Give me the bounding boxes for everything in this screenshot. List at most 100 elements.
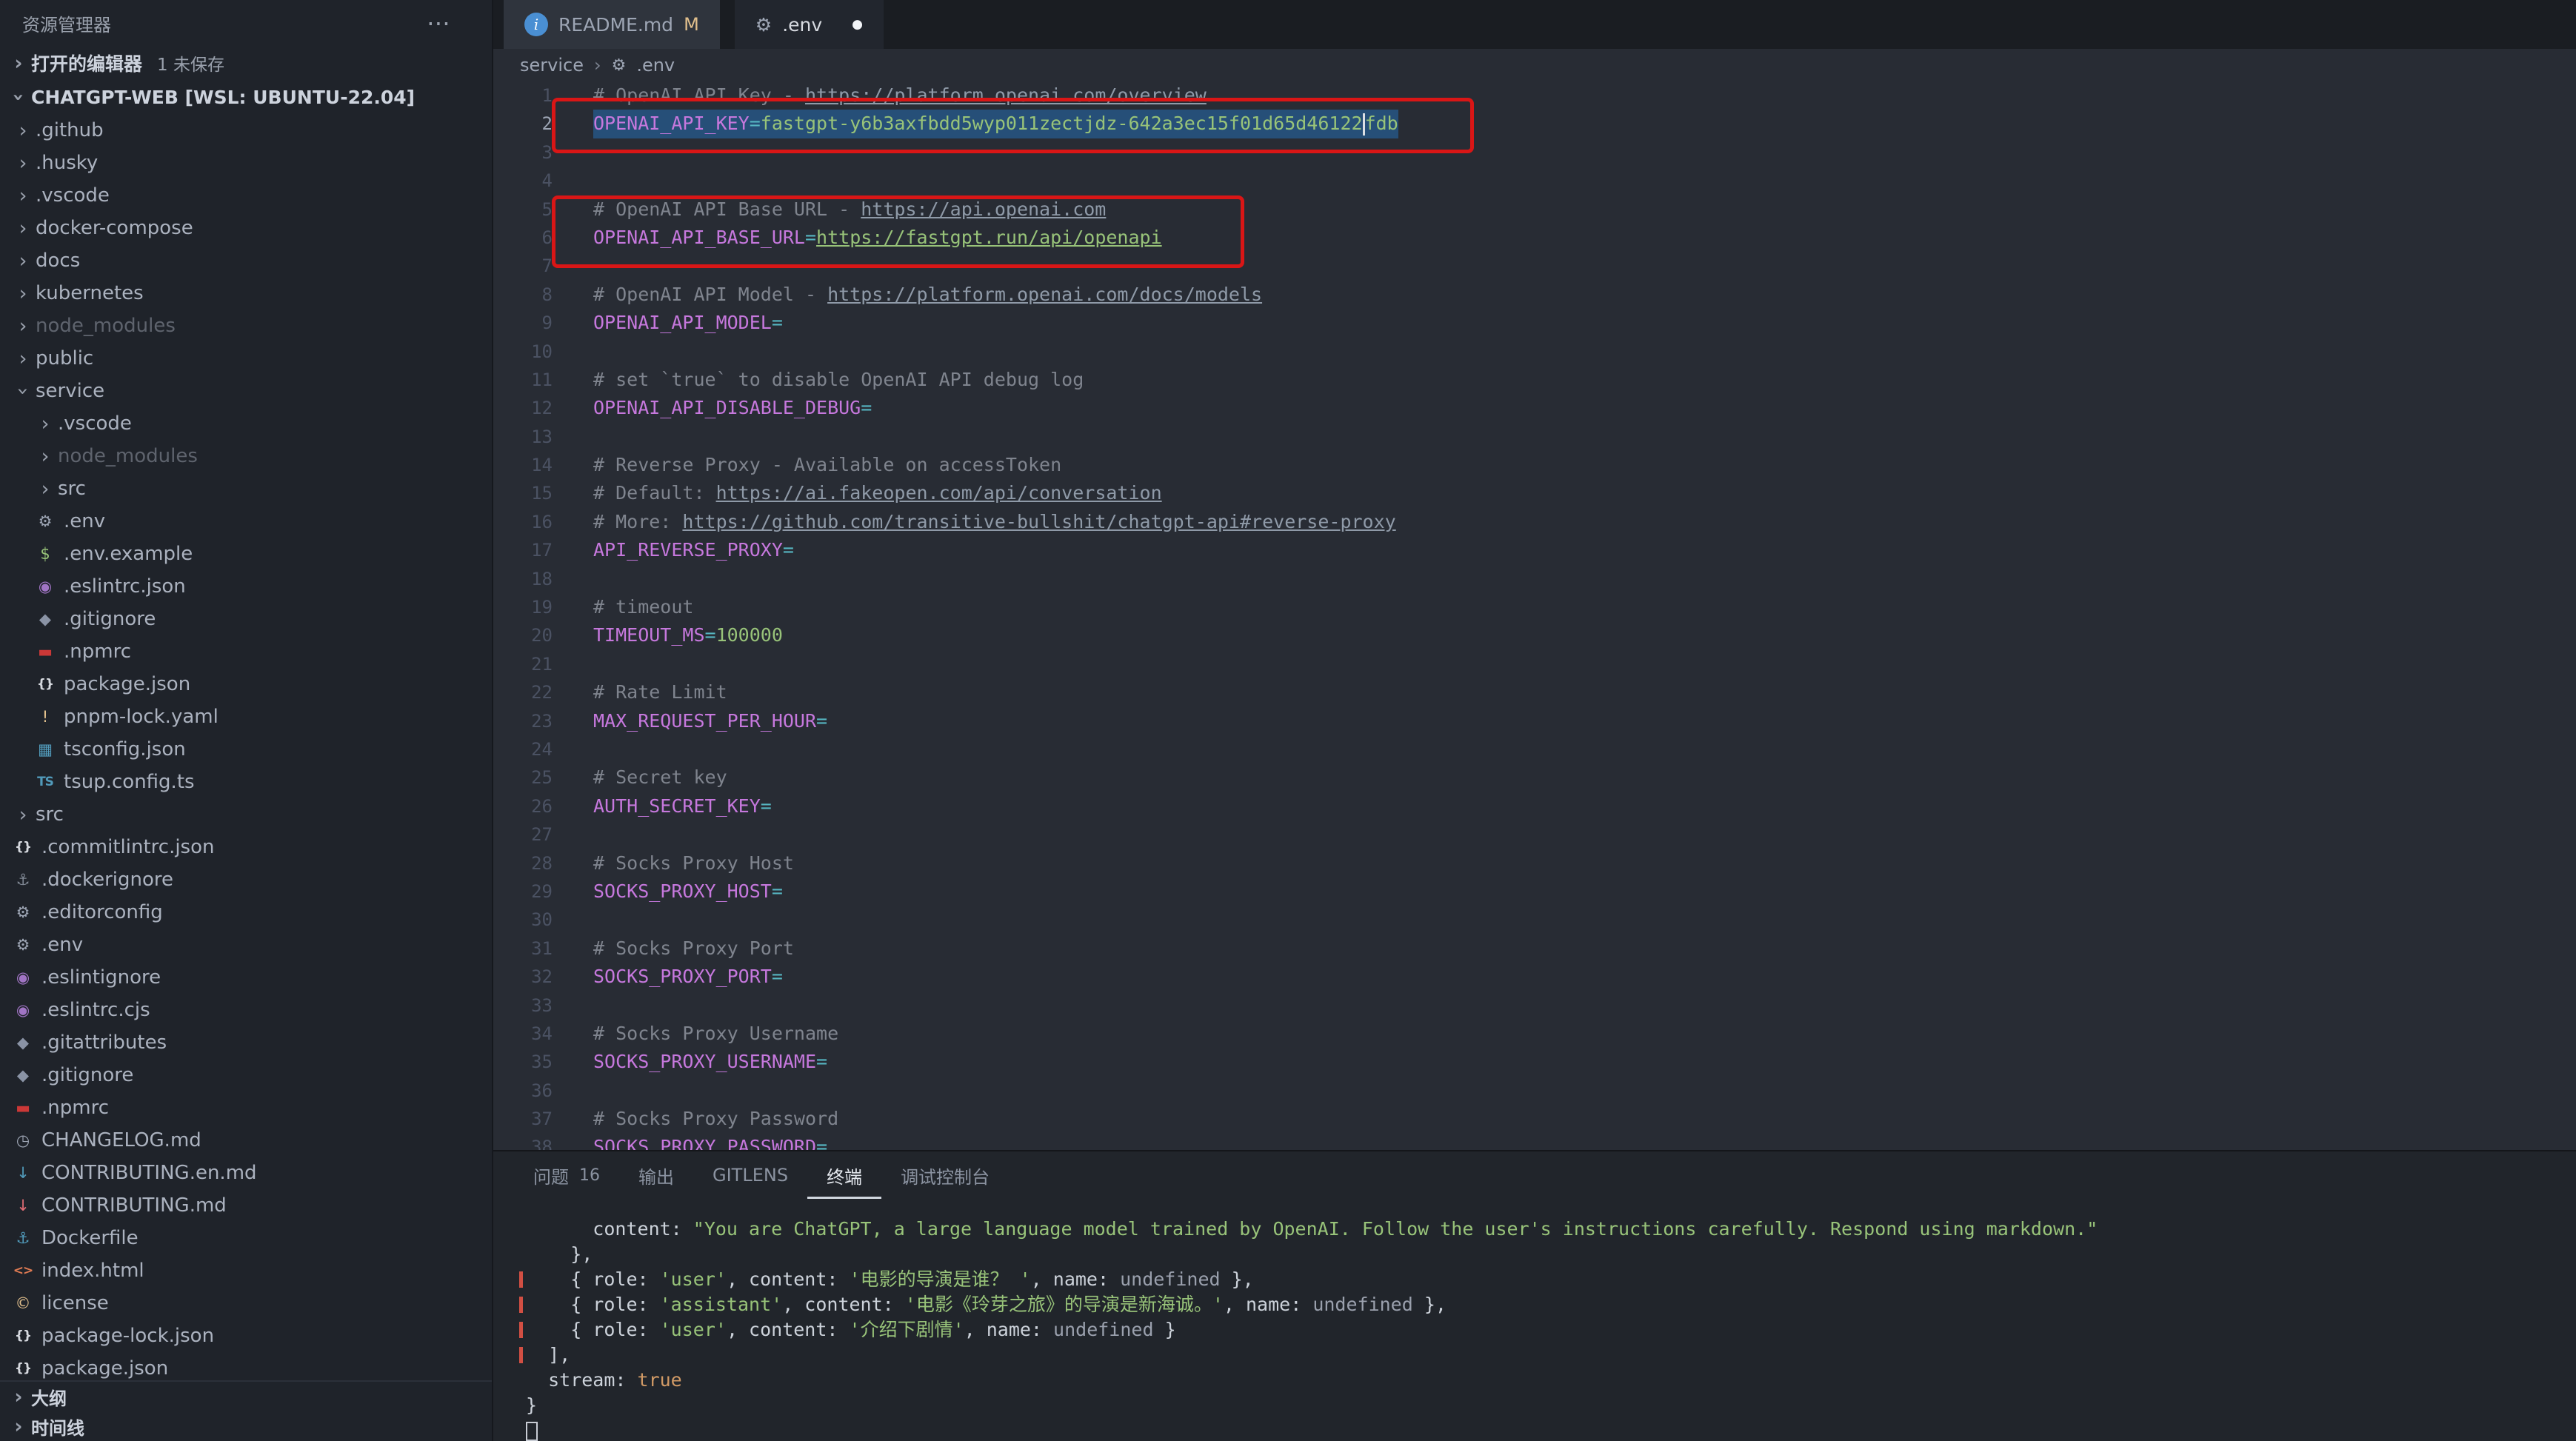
tree-file-CHANGELOG.md[interactable]: ◷CHANGELOG.md xyxy=(0,1124,492,1157)
tree-file-.eslintignore[interactable]: ◉.eslintignore xyxy=(0,961,492,994)
chevron-right-icon[interactable]: › xyxy=(6,1415,31,1438)
editor-line-35[interactable]: 35SOCKS_PROXY_USERNAME= xyxy=(493,1048,2576,1076)
tree-file-CONTRIBUTING.md[interactable]: ↓CONTRIBUTING.md xyxy=(0,1189,492,1222)
chevron-right-icon[interactable]: › xyxy=(10,184,36,207)
terminal-output[interactable]: content: "You are ChatGPT, a large langu… xyxy=(493,1199,2576,1441)
panel-tab-problems[interactable]: 问题16 xyxy=(514,1151,619,1199)
editor-line-29[interactable]: 29SOCKS_PROXY_HOST= xyxy=(493,877,2576,906)
sidebar-section-outline[interactable]: ›大纲 xyxy=(0,1382,492,1411)
editor-line-1[interactable]: 1# OpenAI API Key - https://platform.ope… xyxy=(493,81,2576,110)
sidebar-section-timeline[interactable]: ›时间线 xyxy=(0,1411,492,1441)
editor-line-18[interactable]: 18 xyxy=(493,565,2576,593)
editor-line-7[interactable]: 7 xyxy=(493,252,2576,280)
tree-file-.env.example[interactable]: $.env.example xyxy=(0,538,492,570)
chevron-right-icon[interactable]: › xyxy=(6,52,31,75)
tree-folder-node_modules[interactable]: ›node_modules xyxy=(0,310,492,342)
tab-README.md[interactable]: iREADME.mdM xyxy=(504,0,720,49)
chevron-right-icon[interactable]: › xyxy=(10,282,36,305)
tree-file-.eslintrc.cjs[interactable]: ◉.eslintrc.cjs xyxy=(0,994,492,1026)
editor-line-9[interactable]: 9OPENAI_API_MODEL= xyxy=(493,309,2576,337)
editor-line-17[interactable]: 17API_REVERSE_PROXY= xyxy=(493,536,2576,564)
tree-file-.dockerignore[interactable]: ⚓.dockerignore xyxy=(0,863,492,896)
editor-line-12[interactable]: 12OPENAI_API_DISABLE_DEBUG= xyxy=(493,394,2576,422)
chevron-right-icon[interactable]: › xyxy=(33,445,58,468)
editor-line-6[interactable]: 6OPENAI_API_BASE_URL=https://fastgpt.run… xyxy=(493,224,2576,252)
editor-line-33[interactable]: 33 xyxy=(493,992,2576,1020)
editor-line-24[interactable]: 24 xyxy=(493,735,2576,763)
editor-line-5[interactable]: 5# OpenAI API Base URL - https://api.ope… xyxy=(493,195,2576,224)
editor-line-2[interactable]: 2OPENAI_API_KEY=fastgpt-y6b3axfbdd5wyp01… xyxy=(493,110,2576,138)
tree-file-.eslintrc.json[interactable]: ◉.eslintrc.json xyxy=(0,570,492,603)
editor-line-3[interactable]: 3 xyxy=(493,138,2576,167)
editor-line-22[interactable]: 22# Rate Limit xyxy=(493,678,2576,706)
editor-line-20[interactable]: 20TIMEOUT_MS=100000 xyxy=(493,621,2576,649)
chevron-right-icon[interactable]: › xyxy=(33,478,58,501)
chevron-right-icon[interactable]: › xyxy=(10,315,36,338)
tree-file-package.json[interactable]: {}package.json xyxy=(0,1352,492,1380)
tree-folder-.husky[interactable]: ›.husky xyxy=(0,147,492,179)
editor-line-31[interactable]: 31# Socks Proxy Port xyxy=(493,935,2576,963)
tree-folder-public[interactable]: ›public xyxy=(0,342,492,375)
tree-folder-src[interactable]: ›src xyxy=(0,798,492,831)
open-editors-header[interactable]: › 打开的编辑器 1 未保存 xyxy=(0,46,492,80)
editor-line-4[interactable]: 4 xyxy=(493,167,2576,195)
tab-env[interactable]: ⚙.env● xyxy=(735,0,884,49)
editor-line-19[interactable]: 19# timeout xyxy=(493,593,2576,621)
tree-folder-.github[interactable]: ›.github xyxy=(0,114,492,147)
panel-tab-terminal[interactable]: 终端 xyxy=(807,1151,881,1199)
editor-line-36[interactable]: 36 xyxy=(493,1077,2576,1105)
tree-file-tsup.config.ts[interactable]: TStsup.config.ts xyxy=(0,766,492,798)
tree-file-.npmrc[interactable]: ▬.npmrc xyxy=(0,1091,492,1124)
chevron-right-icon[interactable]: › xyxy=(6,1385,31,1408)
tree-folder-docs[interactable]: ›docs xyxy=(0,244,492,277)
panel-tab-output[interactable]: 输出 xyxy=(619,1151,693,1199)
editor-line-28[interactable]: 28# Socks Proxy Host xyxy=(493,849,2576,877)
tree-file-tsconfig.json[interactable]: ▦tsconfig.json xyxy=(0,733,492,766)
tree-file-.editorconfig[interactable]: ⚙.editorconfig xyxy=(0,896,492,929)
chevron-right-icon[interactable]: › xyxy=(10,217,36,240)
chevron-down-icon[interactable]: › xyxy=(7,84,30,110)
tree-file-package.json[interactable]: {}package.json xyxy=(0,668,492,701)
tree-folder-.vscode[interactable]: ›.vscode xyxy=(0,179,492,212)
tree-file-index.html[interactable]: <>index.html xyxy=(0,1254,492,1287)
breadcrumb-folder[interactable]: service xyxy=(520,55,584,76)
chevron-right-icon[interactable]: › xyxy=(10,119,36,142)
tree-file-.commitlintrc.json[interactable]: {}.commitlintrc.json xyxy=(0,831,492,863)
chevron-right-icon[interactable]: › xyxy=(10,250,36,273)
tree-file-package-lock.json[interactable]: {}package-lock.json xyxy=(0,1320,492,1352)
editor-line-16[interactable]: 16# More: https://github.com/transitive-… xyxy=(493,508,2576,536)
tree-folder-service[interactable]: ›service xyxy=(0,375,492,407)
editor-line-11[interactable]: 11# set `true` to disable OpenAI API deb… xyxy=(493,366,2576,394)
editor-line-38[interactable]: 38SOCKS_PROXY_PASSWORD= xyxy=(493,1133,2576,1150)
editor-line-13[interactable]: 13 xyxy=(493,423,2576,451)
tree-folder-docker-compose[interactable]: ›docker-compose xyxy=(0,212,492,244)
editor-line-8[interactable]: 8# OpenAI API Model - https://platform.o… xyxy=(493,281,2576,309)
tree-folder-.vscode[interactable]: ›.vscode xyxy=(0,407,492,440)
tree-file-.gitignore[interactable]: ◆.gitignore xyxy=(0,603,492,635)
editor-line-27[interactable]: 27 xyxy=(493,820,2576,849)
tree-folder-kubernetes[interactable]: ›kubernetes xyxy=(0,277,492,310)
chevron-right-icon[interactable]: › xyxy=(10,803,36,826)
editor-line-15[interactable]: 15# Default: https://ai.fakeopen.com/api… xyxy=(493,479,2576,507)
panel-tab-gitlens[interactable]: GITLENS xyxy=(693,1151,807,1199)
tree-file-.npmrc[interactable]: ▬.npmrc xyxy=(0,635,492,668)
editor-line-32[interactable]: 32SOCKS_PROXY_PORT= xyxy=(493,963,2576,991)
panel-tab-debug-console[interactable]: 调试控制台 xyxy=(881,1151,1009,1199)
editor-line-30[interactable]: 30 xyxy=(493,906,2576,934)
editor-line-26[interactable]: 26AUTH_SECRET_KEY= xyxy=(493,792,2576,820)
tree-file-.env[interactable]: ⚙.env xyxy=(0,929,492,961)
breadcrumb-file[interactable]: .env xyxy=(636,55,675,76)
editor-line-25[interactable]: 25# Secret key xyxy=(493,763,2576,792)
tree-file-pnpm-lock.yaml[interactable]: !pnpm-lock.yaml xyxy=(0,701,492,733)
unsaved-dot-icon[interactable]: ● xyxy=(852,17,863,32)
tree-file-license[interactable]: ©license xyxy=(0,1287,492,1320)
tree-file-Dockerfile[interactable]: ⚓Dockerfile xyxy=(0,1222,492,1254)
more-actions-icon[interactable]: ⋯ xyxy=(427,9,450,37)
chevron-right-icon[interactable]: › xyxy=(10,152,36,175)
workspace-header[interactable]: › CHATGPT-WEB [WSL: UBUNTU-22.04] xyxy=(0,80,492,114)
tree-folder-src[interactable]: ›src xyxy=(0,472,492,505)
editor-line-37[interactable]: 37# Socks Proxy Password xyxy=(493,1105,2576,1133)
code-editor[interactable]: 1# OpenAI API Key - https://platform.ope… xyxy=(493,81,2576,1150)
chevron-down-icon[interactable]: › xyxy=(12,378,35,404)
editor-line-21[interactable]: 21 xyxy=(493,650,2576,678)
